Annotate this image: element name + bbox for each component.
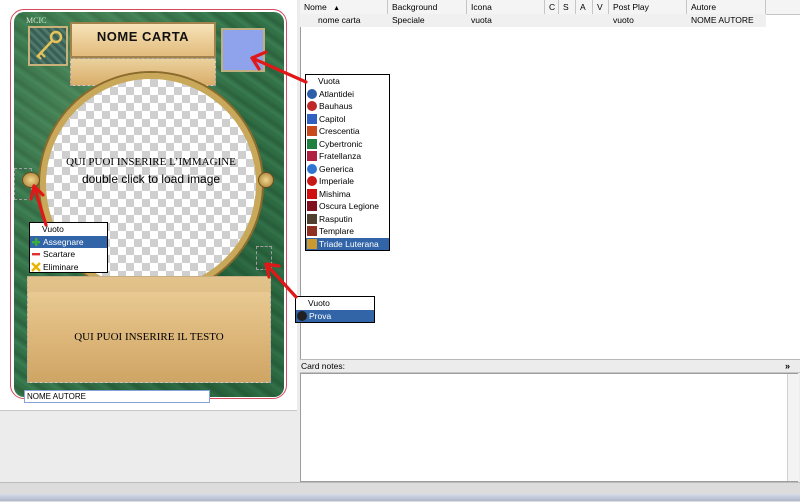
bg-item-capitol[interactable]: Capitol (306, 113, 389, 126)
plus-icon (32, 237, 40, 246)
bg-item-templare[interactable]: Templare (306, 225, 389, 238)
cell-post-play: vuoto (613, 15, 634, 25)
bg-item-crescentia[interactable]: Crescentia (306, 125, 389, 138)
background-context-menu: Vuota Atlantidei Bauhaus Capitol Crescen… (305, 74, 390, 251)
menu-item-vuoto[interactable]: Vuoto (30, 223, 107, 236)
bg-item-mishima[interactable]: Mishima (306, 188, 389, 201)
image-load-hint: double click to load image (81, 172, 221, 186)
cell-c (545, 14, 559, 27)
bg-item-vuota[interactable]: Vuota (306, 75, 389, 88)
mishima-emblem-icon (307, 188, 317, 199)
text-placeholder: QUI PUOI INSERIRE IL TESTO (74, 331, 224, 343)
notes-textarea[interactable] (300, 373, 798, 482)
bg-item-rasputin[interactable]: Rasputin (306, 213, 389, 226)
oscura-legione-emblem-icon (307, 201, 317, 211)
bg-item-cybertronic[interactable]: Cybertronic (306, 138, 389, 151)
cell-a (576, 14, 593, 27)
atlantidei-emblem-icon (307, 88, 317, 99)
table-row-cells: nome carta Speciale vuota vuoto NOME AUT… (300, 0, 766, 28)
card-text-area[interactable] (27, 276, 271, 383)
cell-icona: vuota (471, 15, 492, 25)
image-context-menu: Vuoto Assegnare Scartare Eliminare (29, 222, 108, 273)
notes-title: Card notes: (301, 361, 345, 371)
bg-item-bauhaus[interactable]: Bauhaus (306, 100, 389, 113)
author-input[interactable]: NOME AUTORE (24, 390, 210, 403)
collapse-icon[interactable]: » (785, 360, 790, 373)
templare-emblem-icon (307, 226, 317, 236)
imperiale-emblem-icon (307, 176, 317, 186)
cybertronic-emblem-icon (307, 138, 317, 149)
notes-header (300, 359, 800, 373)
bg-item-atlantidei[interactable]: Atlantidei (306, 88, 389, 101)
image-placeholder-text: QUI PUOI INSERIRE L’IMMAGINE (66, 156, 236, 168)
left-knob[interactable] (22, 172, 40, 188)
icon-item-vuoto[interactable]: Vuoto (296, 297, 374, 310)
icon-item-prova[interactable]: Prova (296, 309, 374, 322)
card-text-area-header (27, 276, 271, 292)
fratellanza-emblem-icon (307, 151, 317, 161)
background-slot[interactable] (221, 28, 265, 72)
bg-item-triade-luterana[interactable]: Triade Luterana (306, 237, 389, 250)
prova-bomb-icon (297, 310, 307, 321)
icon-slot-bottom-right[interactable] (256, 246, 272, 270)
cell-nome: nome carta (318, 15, 361, 25)
cell-background: Speciale (392, 15, 425, 25)
icon-context-menu: Vuoto Prova (295, 296, 375, 323)
cell-autore: NOME AUTORE (691, 15, 754, 25)
crescentia-emblem-icon (307, 126, 317, 136)
menu-item-eliminare[interactable]: Eliminare (30, 261, 107, 274)
rasputin-emblem-icon (307, 213, 317, 224)
card-mcic-label: MCIC (26, 16, 47, 25)
right-knob (258, 172, 274, 188)
cell-v (593, 14, 609, 27)
key-icon (36, 30, 63, 60)
card-title: NOME CARTA (96, 29, 190, 44)
generica-emblem-icon (307, 163, 317, 174)
cell-s (559, 14, 576, 27)
notes-scrollbar[interactable] (787, 374, 799, 481)
bg-item-fratellanza[interactable]: Fratellanza (306, 150, 389, 163)
menu-item-assegnare[interactable]: Assegnare (30, 235, 107, 248)
bauhaus-emblem-icon (307, 101, 317, 111)
x-icon (31, 261, 41, 272)
menu-item-scartare[interactable]: Scartare (30, 248, 107, 261)
bg-item-generica[interactable]: Generica (306, 163, 389, 176)
bg-item-oscura-legione[interactable]: Oscura Legione (306, 200, 389, 213)
triade-luterana-emblem-icon (307, 238, 317, 249)
window-bottom-edge (0, 494, 800, 501)
title-banner[interactable]: NOME CARTA (70, 22, 216, 58)
bg-item-imperiale[interactable]: Imperiale (306, 175, 389, 188)
minus-icon (32, 253, 40, 256)
capitol-emblem-icon (307, 113, 317, 124)
